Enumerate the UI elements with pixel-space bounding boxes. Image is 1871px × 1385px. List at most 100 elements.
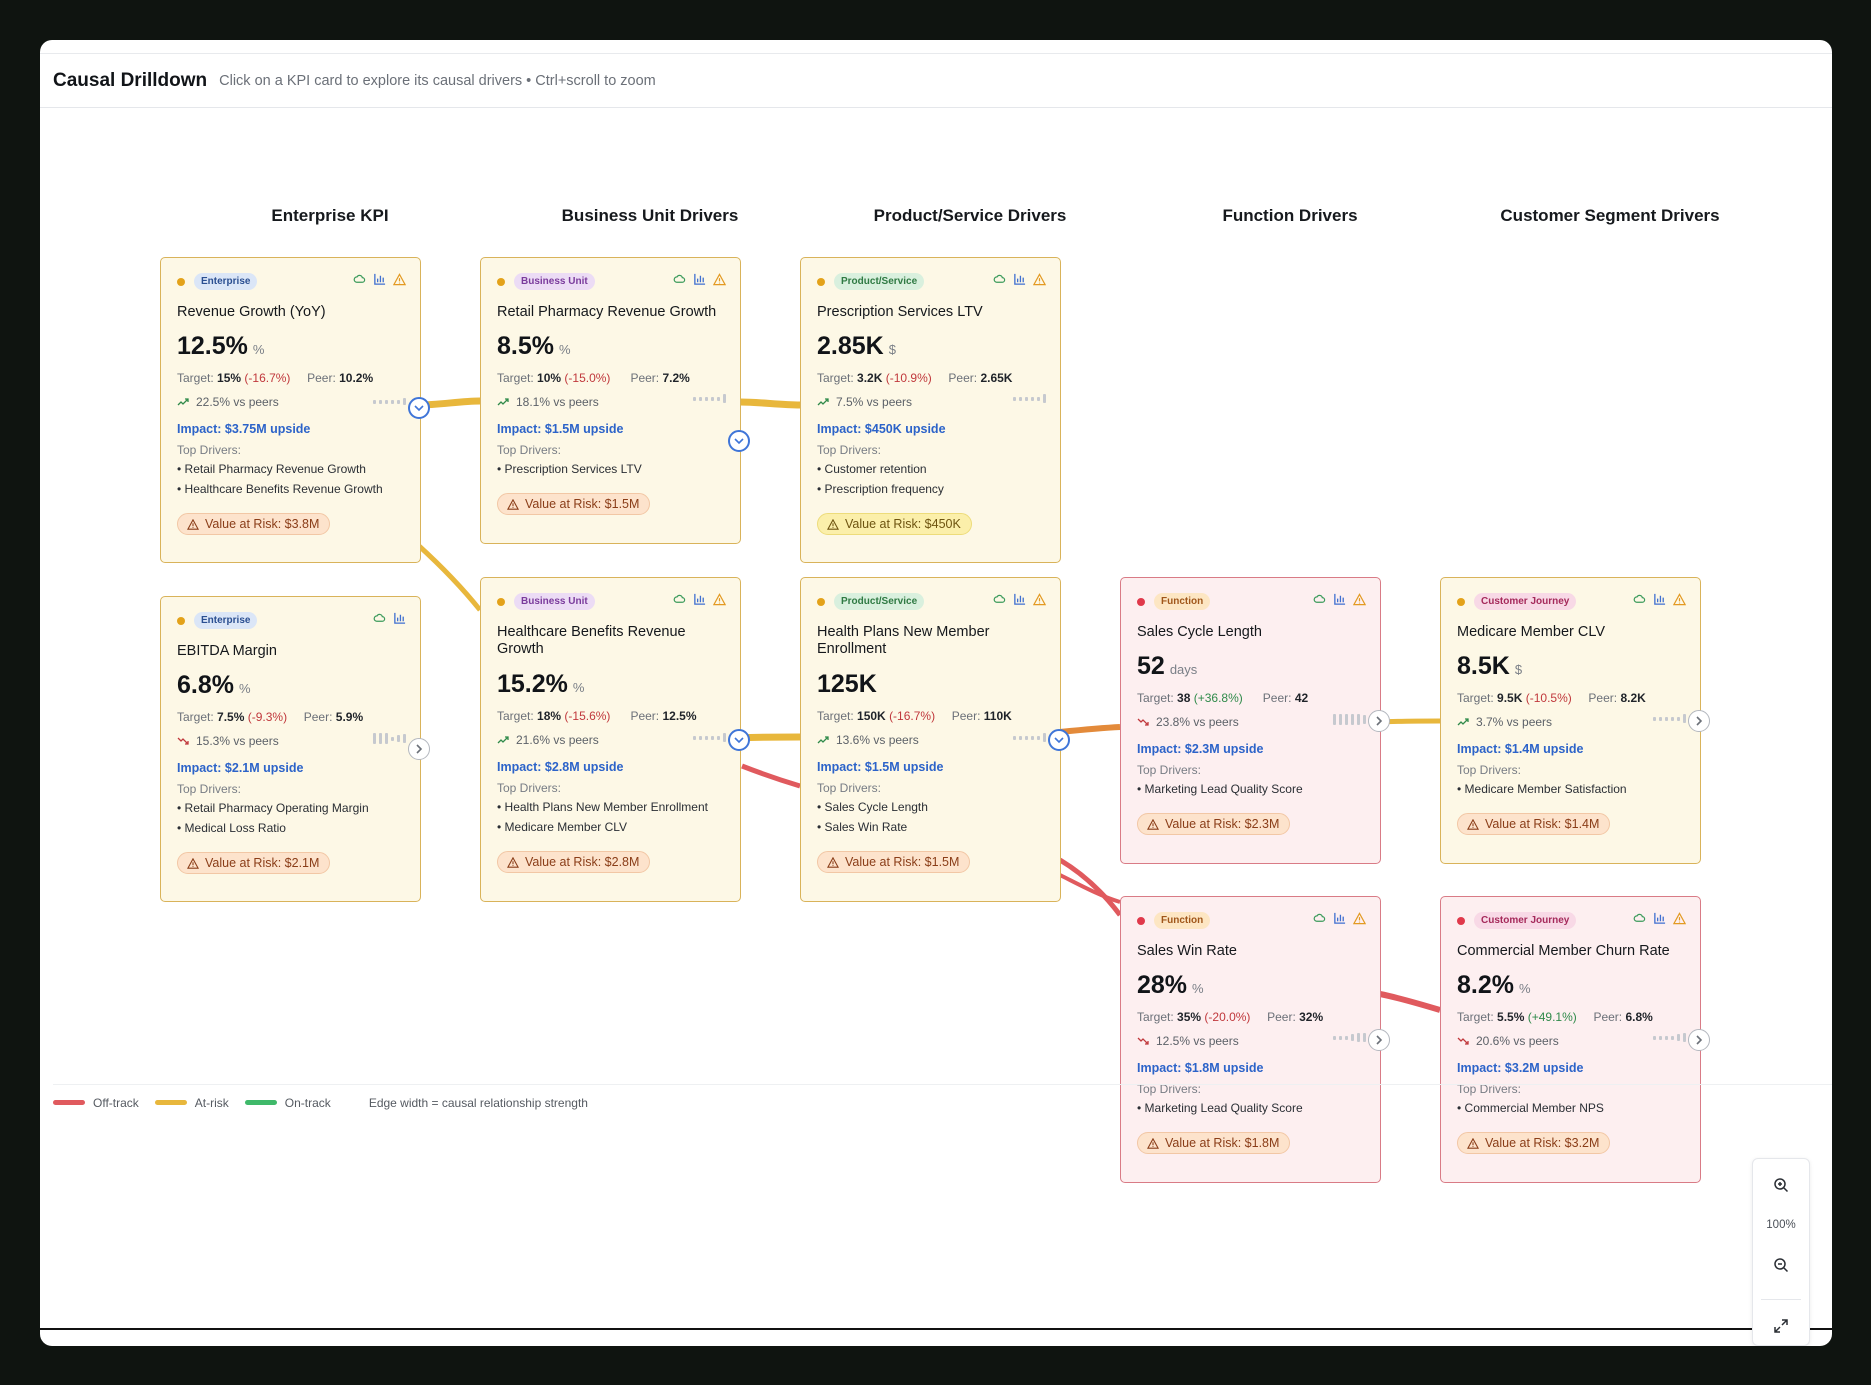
cloud-icon[interactable] bbox=[373, 612, 386, 625]
warning-icon[interactable] bbox=[1352, 593, 1367, 606]
peer-value: 2.65K bbox=[980, 371, 1013, 385]
driver-item[interactable]: • Medicare Member Satisfaction bbox=[1457, 780, 1627, 800]
driver-item[interactable]: • Sales Win Rate bbox=[817, 818, 928, 838]
warning-icon bbox=[1147, 818, 1159, 830]
target-label: Target: bbox=[1137, 691, 1174, 705]
kpi-value: 15.2%% bbox=[497, 670, 584, 699]
bar-chart-icon[interactable] bbox=[1333, 593, 1346, 606]
peer-value: 6.8% bbox=[1625, 1010, 1653, 1024]
warning-icon[interactable] bbox=[712, 593, 727, 606]
kpi-card-healthcare-benefits-revenue-growth[interactable]: Business Unit Healthcare Benefits Revenu… bbox=[480, 577, 741, 902]
zoom-out-button[interactable] bbox=[1753, 1257, 1809, 1273]
kpi-value: 12.5%% bbox=[177, 332, 264, 361]
collapse-button[interactable] bbox=[728, 430, 750, 452]
chevron-down-icon bbox=[414, 404, 424, 411]
driver-item[interactable]: • Medicare Member CLV bbox=[497, 818, 708, 838]
target-label: Target: bbox=[1457, 691, 1494, 705]
kpi-value-number: 125K bbox=[817, 670, 877, 698]
collapse-button[interactable] bbox=[408, 397, 430, 419]
cloud-icon[interactable] bbox=[1633, 593, 1646, 606]
driver-item[interactable]: • Retail Pharmacy Operating Margin bbox=[177, 799, 369, 819]
bar-chart-icon[interactable] bbox=[693, 273, 706, 286]
kpi-card-prescription-services-ltv[interactable]: Product/Service Prescription Services LT… bbox=[800, 257, 1061, 563]
cloud-icon[interactable] bbox=[993, 593, 1006, 606]
impact-link[interactable]: Impact: $1.8M upside bbox=[1137, 1061, 1263, 1075]
zoom-in-button[interactable] bbox=[1753, 1177, 1809, 1193]
cloud-icon[interactable] bbox=[993, 273, 1006, 286]
cloud-icon[interactable] bbox=[673, 593, 686, 606]
value-at-risk-text: Value at Risk: $1.8M bbox=[1165, 1136, 1280, 1150]
bar-chart-icon[interactable] bbox=[1653, 593, 1666, 606]
bar-chart-icon[interactable] bbox=[1013, 273, 1026, 286]
bar-chart-icon[interactable] bbox=[373, 273, 386, 286]
bar-chart-icon[interactable] bbox=[1333, 912, 1346, 925]
warning-icon[interactable] bbox=[1032, 273, 1047, 286]
kpi-card-revenue-growth[interactable]: Enterprise Revenue Growth (YoY) 12.5%% T… bbox=[160, 257, 421, 563]
collapse-button[interactable] bbox=[1048, 729, 1070, 751]
warning-icon[interactable] bbox=[1352, 912, 1367, 925]
expand-button[interactable] bbox=[1368, 1029, 1390, 1051]
cloud-icon[interactable] bbox=[1633, 912, 1646, 925]
cloud-icon[interactable] bbox=[1313, 593, 1326, 606]
kpi-unit: % bbox=[1192, 981, 1204, 996]
kpi-card-medicare-member-clv[interactable]: Customer Journey Medicare Member CLV 8.5… bbox=[1440, 577, 1701, 864]
driver-item[interactable]: • Customer retention bbox=[817, 460, 944, 480]
expand-button[interactable] bbox=[1688, 1029, 1710, 1051]
card-header: Enterprise bbox=[177, 273, 258, 290]
kpi-value-number: 28% bbox=[1137, 971, 1188, 999]
expand-button[interactable] bbox=[408, 738, 430, 760]
warning-icon[interactable] bbox=[712, 273, 727, 286]
cloud-icon[interactable] bbox=[353, 273, 366, 286]
bar-chart-icon[interactable] bbox=[1013, 593, 1026, 606]
driver-item[interactable]: • Healthcare Benefits Revenue Growth bbox=[177, 480, 383, 500]
kpi-card-health-plans-new-member-enrollment[interactable]: Product/Service Health Plans New Member … bbox=[800, 577, 1061, 902]
impact-link[interactable]: Impact: $1.5M upside bbox=[497, 422, 623, 436]
bar-chart-icon[interactable] bbox=[693, 593, 706, 606]
kpi-card-sales-win-rate[interactable]: Function Sales Win Rate 28%% Target: 35%… bbox=[1120, 896, 1381, 1183]
driver-item[interactable]: • Prescription frequency bbox=[817, 480, 944, 500]
vs-peers-text: 22.5% vs peers bbox=[196, 395, 279, 409]
level-badge: Enterprise bbox=[194, 612, 258, 629]
impact-link[interactable]: Impact: $450K upside bbox=[817, 422, 946, 436]
target-value: 35% bbox=[1177, 1010, 1202, 1024]
impact-link[interactable]: Impact: $3.75M upside bbox=[177, 422, 310, 436]
warning-icon[interactable] bbox=[392, 273, 407, 286]
edge-hp-swr-2 bbox=[1059, 873, 1121, 904]
impact-link[interactable]: Impact: $2.1M upside bbox=[177, 761, 303, 775]
kpi-card-ebitda-margin[interactable]: Enterprise EBITDA Margin 6.8%% Target: 7… bbox=[160, 596, 421, 902]
expand-button[interactable] bbox=[1368, 710, 1390, 732]
impact-link[interactable]: Impact: $3.2M upside bbox=[1457, 1061, 1583, 1075]
driver-item[interactable]: • Marketing Lead Quality Score bbox=[1137, 780, 1303, 800]
warning-icon[interactable] bbox=[1672, 593, 1687, 606]
driver-list: • Customer retention • Prescription frequ… bbox=[817, 460, 944, 499]
warning-icon[interactable] bbox=[1672, 912, 1687, 925]
top-drivers-label: Top Drivers: bbox=[817, 443, 882, 457]
driver-item[interactable]: • Retail Pharmacy Revenue Growth bbox=[177, 460, 383, 480]
level-badge: Customer Journey bbox=[1474, 912, 1577, 929]
target-value: 9.5K bbox=[1497, 691, 1523, 705]
driver-item[interactable]: • Medical Loss Ratio bbox=[177, 819, 369, 839]
kpi-card-sales-cycle-length[interactable]: Function Sales Cycle Length 52 days Targe… bbox=[1120, 577, 1381, 864]
kpi-card-retail-pharmacy-revenue-growth[interactable]: Business Unit Retail Pharmacy Revenue Gr… bbox=[480, 257, 741, 544]
impact-link[interactable]: Impact: $2.3M upside bbox=[1137, 742, 1263, 756]
cloud-icon[interactable] bbox=[1313, 912, 1326, 925]
card-icons bbox=[1313, 912, 1367, 925]
warning-icon[interactable] bbox=[1032, 593, 1047, 606]
kpi-value-number: 8.5% bbox=[497, 332, 554, 360]
bar-chart-icon[interactable] bbox=[393, 612, 406, 625]
kpi-card-commercial-member-churn-rate[interactable]: Customer Journey Commercial Member Churn… bbox=[1440, 896, 1701, 1183]
impact-link[interactable]: Impact: $2.8M upside bbox=[497, 760, 623, 774]
driver-item[interactable]: • Health Plans New Member Enrollment bbox=[497, 798, 708, 818]
value-at-risk-text: Value at Risk: $1.4M bbox=[1485, 817, 1600, 831]
impact-link[interactable]: Impact: $1.5M upside bbox=[817, 760, 943, 774]
impact-link[interactable]: Impact: $1.4M upside bbox=[1457, 742, 1583, 756]
driver-item[interactable]: • Sales Cycle Length bbox=[817, 798, 928, 818]
bar-chart-icon[interactable] bbox=[1653, 912, 1666, 925]
expand-button[interactable] bbox=[1688, 710, 1710, 732]
target-value: 15% bbox=[217, 371, 242, 385]
fullscreen-button[interactable] bbox=[1753, 1319, 1809, 1333]
driver-item[interactable]: • Prescription Services LTV bbox=[497, 460, 642, 480]
chevron-right-icon bbox=[1695, 1035, 1702, 1045]
cloud-icon[interactable] bbox=[673, 273, 686, 286]
collapse-button[interactable] bbox=[728, 729, 750, 751]
